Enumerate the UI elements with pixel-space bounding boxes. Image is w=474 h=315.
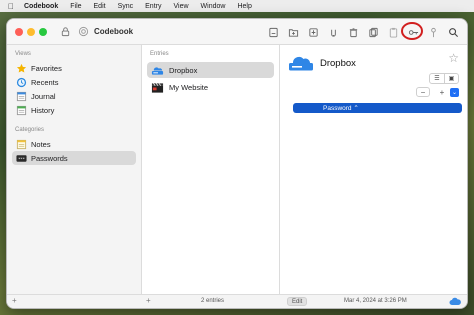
field-type-select[interactable]: Password ⌃ bbox=[293, 103, 462, 113]
sidebar-item-journal[interactable]: Journal bbox=[12, 89, 136, 103]
dropbox-drive-icon bbox=[151, 64, 164, 77]
menu-entry[interactable]: Entry bbox=[145, 3, 161, 10]
sidebar-item-history[interactable]: History bbox=[12, 103, 136, 117]
sidebar-item-label: Favorites bbox=[31, 63, 62, 73]
trash-icon[interactable] bbox=[347, 26, 359, 38]
export-icon[interactable] bbox=[307, 26, 319, 38]
categories-header: Categories bbox=[15, 127, 45, 133]
entry-title: Dropbox bbox=[320, 57, 356, 69]
entry-label: Dropbox bbox=[169, 65, 198, 75]
modified-date: Mar 4, 2024 at 3:26 PM bbox=[344, 298, 407, 304]
password-generator-icon[interactable] bbox=[427, 26, 439, 38]
attach-icon[interactable] bbox=[327, 26, 339, 38]
bottom-bar: + + 2 entries Edit Mar 4, 2024 at 3:26 P… bbox=[7, 294, 467, 308]
sidebar-item-label: History bbox=[31, 105, 55, 115]
menu-codebook[interactable]: Codebook bbox=[24, 3, 58, 10]
entry-detail: Dropbox ☆ ☰ ▣ − + ⌄ Password ⌃ bbox=[280, 45, 467, 294]
highlight-ring bbox=[401, 22, 423, 40]
menu-file[interactable]: File bbox=[70, 3, 81, 10]
dropbox-drive-icon bbox=[288, 52, 314, 74]
menu-window[interactable]: Window bbox=[201, 3, 226, 10]
add-field-button[interactable]: + bbox=[436, 87, 448, 97]
add-category-button[interactable]: + bbox=[12, 296, 17, 305]
sidebar-item-passwords[interactable]: *** Passwords bbox=[12, 151, 136, 165]
svg-text:***: *** bbox=[18, 156, 25, 160]
passwords-icon: *** bbox=[16, 153, 27, 164]
sidebar-item-label: Notes bbox=[31, 139, 51, 149]
menu-help[interactable]: Help bbox=[237, 3, 251, 10]
window-title: Codebook bbox=[94, 27, 134, 36]
lock-icon[interactable] bbox=[59, 26, 71, 38]
chevron-down-icon[interactable]: ⌄ bbox=[450, 87, 459, 97]
entry-my-website[interactable]: My Website bbox=[147, 79, 274, 95]
toolbar bbox=[259, 22, 459, 40]
sidebar-item-label: Journal bbox=[31, 91, 56, 101]
favorite-star-icon[interactable]: ☆ bbox=[448, 51, 459, 65]
detail-header: Dropbox ☆ bbox=[280, 45, 467, 75]
views-header: Views bbox=[15, 51, 31, 57]
search-icon[interactable] bbox=[447, 26, 459, 38]
apple-menu-icon[interactable]:  bbox=[8, 2, 14, 11]
list-view-icon[interactable]: ☰ bbox=[430, 74, 444, 83]
window-controls bbox=[15, 27, 51, 36]
image-view-icon[interactable]: ▣ bbox=[444, 74, 458, 83]
auto-type-key-icon[interactable] bbox=[401, 22, 423, 40]
sidebar-item-favorites[interactable]: Favorites bbox=[12, 61, 136, 75]
entries-header: Entries bbox=[150, 51, 169, 57]
menu-bar:  Codebook File Edit Sync Entry View Win… bbox=[0, 0, 474, 12]
journal-icon bbox=[16, 91, 27, 102]
entry-dropbox[interactable]: Dropbox bbox=[147, 62, 274, 78]
edit-button[interactable]: Edit bbox=[287, 297, 308, 306]
entry-label: My Website bbox=[169, 82, 209, 92]
recents-icon bbox=[16, 77, 27, 88]
view-mode-toggle[interactable]: ☰ ▣ bbox=[429, 73, 459, 84]
new-category-icon[interactable] bbox=[287, 26, 299, 38]
copy-icon[interactable] bbox=[367, 26, 379, 38]
title-bar: Codebook bbox=[7, 19, 467, 45]
app-window: Codebook Views Favorites Recents Journal… bbox=[6, 18, 468, 309]
sidebar-item-label: Passwords bbox=[31, 153, 68, 163]
menu-edit[interactable]: Edit bbox=[94, 3, 106, 10]
add-entry-button[interactable]: + bbox=[146, 296, 151, 305]
app-logo-icon bbox=[77, 26, 89, 38]
sidebar-item-notes[interactable]: Notes bbox=[12, 137, 136, 151]
notes-icon bbox=[16, 139, 27, 150]
star-icon bbox=[16, 63, 27, 74]
zoom-window-button[interactable] bbox=[39, 27, 47, 36]
minimize-window-button[interactable] bbox=[27, 27, 35, 36]
clapperboard-icon bbox=[151, 81, 164, 94]
entries-list: Entries Dropbox My Website bbox=[142, 45, 280, 294]
entry-count: 2 entries bbox=[201, 298, 225, 304]
field-controls: − + ⌄ bbox=[416, 87, 459, 97]
history-icon bbox=[16, 105, 27, 116]
menu-view[interactable]: View bbox=[173, 3, 188, 10]
close-window-button[interactable] bbox=[15, 27, 23, 36]
menu-sync[interactable]: Sync bbox=[118, 3, 134, 10]
sidebar-item-recents[interactable]: Recents bbox=[12, 75, 136, 89]
sidebar-item-label: Recents bbox=[31, 77, 59, 87]
remove-field-button[interactable]: − bbox=[416, 87, 430, 97]
sidebar: Views Favorites Recents Journal History bbox=[7, 45, 142, 294]
clipboard-icon[interactable] bbox=[387, 26, 399, 38]
sync-cloud-icon[interactable] bbox=[449, 297, 461, 308]
new-entry-icon[interactable] bbox=[267, 26, 279, 38]
